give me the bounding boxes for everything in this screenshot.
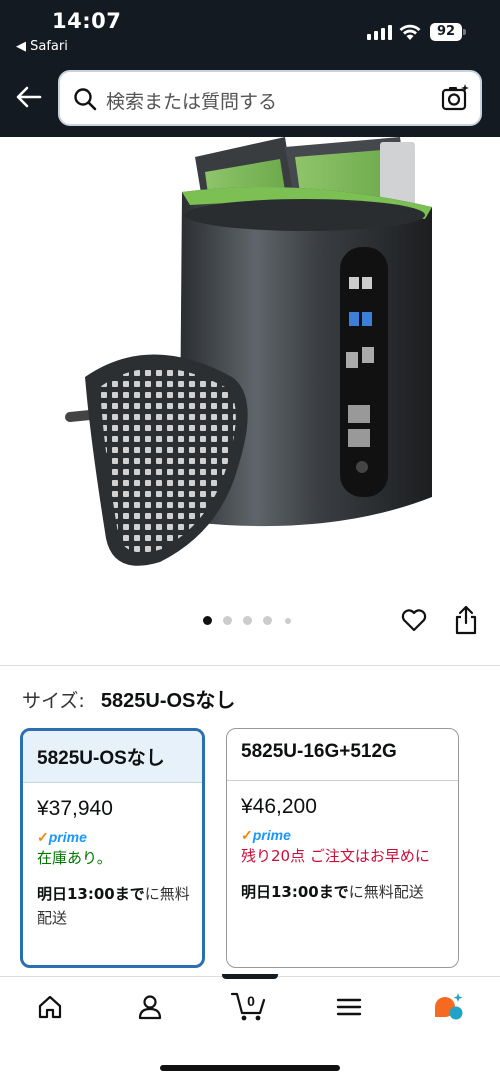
cart-icon[interactable]: 0: [230, 989, 268, 1023]
menu-icon[interactable]: [336, 993, 362, 1021]
divider: [0, 665, 500, 666]
stock-status: 在庫あり。: [37, 849, 112, 867]
size-value: 5825U-OSなし: [100, 690, 236, 712]
home-icon[interactable]: [36, 993, 64, 1021]
home-indicator: [160, 1065, 340, 1071]
delivery-info: 明日13:00までに無料配送: [241, 883, 424, 901]
size-selection-header: サイズ: 5825U-OSなし: [22, 684, 235, 713]
cellular-signal-icon: [367, 24, 393, 40]
rufus-icon[interactable]: [432, 991, 466, 1025]
delivery-info: 明日13:00までに無料配送: [37, 885, 190, 927]
back-to-safari-link[interactable]: ◀ Safari: [16, 39, 68, 54]
search-bar[interactable]: 検索または質問する: [58, 70, 482, 126]
nav-active-indicator: [222, 974, 278, 979]
bottom-nav: 0: [0, 974, 500, 1080]
camera-search-icon[interactable]: [440, 83, 470, 113]
battery-indicator: 92: [430, 23, 462, 41]
wifi-icon: [399, 24, 421, 40]
back-arrow-icon[interactable]: [14, 82, 44, 112]
size-option-price: ¥37,940: [37, 797, 113, 820]
top-bar: 14:07 ◀ Safari 92 検索または質問する: [0, 0, 500, 137]
size-option-name: 5825U-OSなし: [23, 731, 202, 783]
cart-count: 0: [247, 993, 255, 1009]
size-label: サイズ:: [22, 690, 85, 712]
search-input[interactable]: 検索または質問する: [106, 87, 277, 114]
share-icon[interactable]: [453, 604, 479, 636]
carousel-dot[interactable]: [243, 616, 252, 625]
carousel-dot[interactable]: [263, 616, 272, 625]
status-time: 14:07: [52, 9, 122, 33]
carousel-dot[interactable]: [223, 616, 232, 625]
prime-badge: ✓prime: [37, 829, 87, 845]
search-icon: [74, 88, 97, 111]
heart-icon[interactable]: [400, 606, 428, 634]
carousel-dot[interactable]: [203, 616, 212, 625]
stock-status: 残り20点 ご注文はお早めに: [241, 847, 430, 865]
battery-tip: [463, 29, 466, 35]
account-icon[interactable]: [136, 993, 164, 1021]
size-option-price: ¥46,200: [241, 795, 317, 818]
prime-badge: ✓prime: [241, 827, 291, 843]
size-option-card-selected[interactable]: 5825U-OSなし ¥37,940 ✓prime 在庫あり。 明日13:00ま…: [20, 728, 205, 968]
carousel-dot[interactable]: [285, 618, 291, 624]
size-option-name: 5825U-16G+512G: [227, 729, 458, 781]
size-option-card[interactable]: 5825U-16G+512G ¥46,200 ✓prime 残り20点 ご注文は…: [226, 728, 459, 968]
product-image[interactable]: [0, 137, 500, 597]
